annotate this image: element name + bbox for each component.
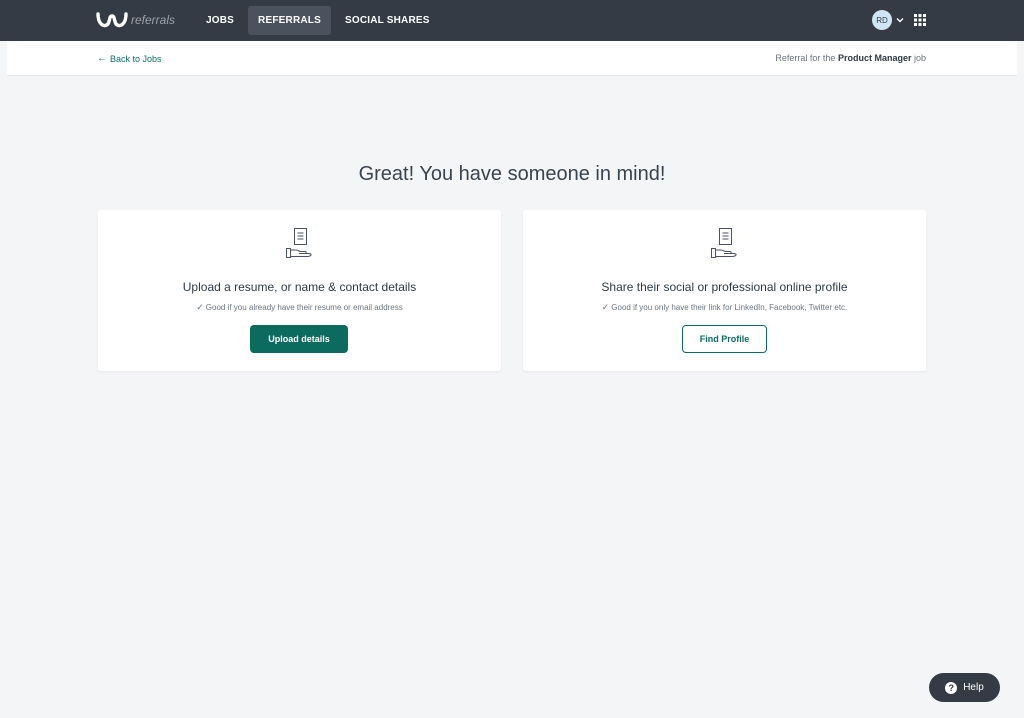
- question-icon: ?: [945, 681, 958, 694]
- job-title: Product Manager: [837, 53, 912, 63]
- arrow-left-icon: ←: [97, 53, 107, 64]
- help-label: Help: [963, 682, 984, 693]
- find-profile-button[interactable]: Find Profile: [682, 325, 767, 353]
- app-grid-icon[interactable]: [914, 14, 926, 26]
- referral-info: Referral for the Product Manager job: [775, 53, 926, 63]
- referral-suffix: job: [913, 53, 926, 63]
- user-menu[interactable]: RD: [872, 10, 905, 30]
- check-icon: ✓: [196, 302, 204, 312]
- back-label: Back to Jobs: [110, 53, 162, 64]
- check-icon: ✓: [601, 302, 610, 312]
- back-to-jobs-link[interactable]: ← Back to Jobs: [97, 53, 162, 64]
- brand-text: referrals: [131, 13, 176, 27]
- card-title: Share their social or professional onlin…: [601, 280, 848, 294]
- w-logo-icon: [96, 12, 128, 28]
- avatar[interactable]: RD: [872, 10, 892, 30]
- nav-jobs[interactable]: JOBS: [196, 6, 244, 35]
- card-note: ✓ Good if you already have their resume o…: [98, 302, 501, 313]
- card-title: Upload a resume, or name & contact detai…: [182, 280, 417, 294]
- upload-details-button[interactable]: Upload details: [250, 325, 348, 353]
- card-note-text: Good if you only have their link for Lin…: [611, 303, 848, 312]
- help-button[interactable]: ? Help: [929, 673, 1000, 702]
- profile-option-card: Share their social or professional onlin…: [523, 210, 926, 371]
- referral-prefix: Referral for the: [775, 53, 836, 63]
- brand[interactable]: referrals: [96, 9, 175, 31]
- nav-referrals[interactable]: REFERRALS: [248, 6, 331, 35]
- card-note: ✓ Good if you only have their link for Li…: [523, 302, 926, 313]
- sub-header: ← Back to Jobs Referral for the Product …: [7, 41, 1017, 76]
- hand-document-icon: [711, 228, 737, 258]
- main-nav: JOBS REFERRALS SOCIAL SHARES: [196, 6, 444, 35]
- upload-option-card: Upload a resume, or name & contact detai…: [98, 210, 501, 371]
- chevron-down-icon[interactable]: [895, 15, 905, 25]
- nav-social-shares[interactable]: SOCIAL SHARES: [335, 6, 440, 35]
- hand-document-icon: [286, 228, 312, 258]
- page-title: Great! You have someone in mind!: [358, 163, 666, 185]
- top-navbar: referrals JOBS REFERRALS SOCIAL SHARES R…: [0, 0, 1024, 41]
- card-note-text: Good if you already have their resume or…: [205, 303, 403, 312]
